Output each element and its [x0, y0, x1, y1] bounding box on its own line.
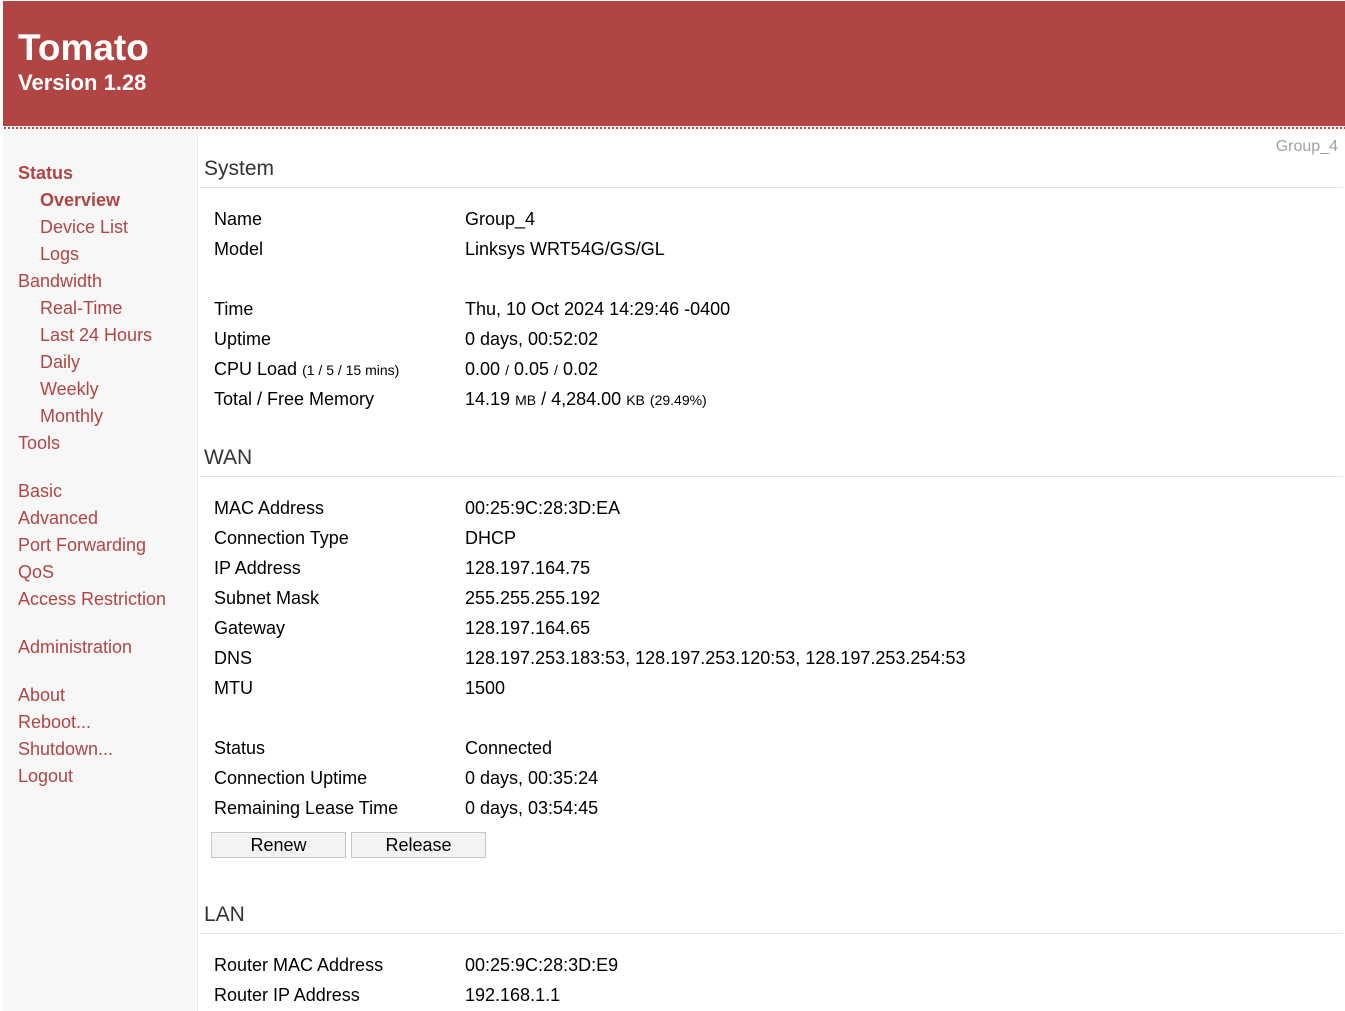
- hostname-label: Group_4: [1275, 138, 1338, 155]
- cpu-load-separator: /: [505, 362, 509, 378]
- system-memory-value: 14.19 MB / 4,284.00 KB (29.49%): [465, 388, 707, 411]
- nav-real-time[interactable]: Real-Time: [40, 297, 122, 319]
- wan-subnet-label: Subnet Mask: [214, 588, 320, 608]
- system-cpu-label: CPU Load (1 / 5 / 15 mins): [214, 358, 399, 381]
- section-divider: [200, 187, 1343, 188]
- lan-router-mac-value: 00:25:9C:28:3D:E9: [465, 955, 619, 975]
- wan-ip-label: IP Address: [214, 558, 301, 578]
- system-time-label: Time: [214, 299, 254, 319]
- memory-free-unit: KB: [626, 392, 645, 408]
- memory-free: 4,284.00: [551, 389, 622, 409]
- system-cpu-value: 0.00 / 0.05 / 0.02: [465, 358, 598, 381]
- section-divider: [200, 933, 1343, 934]
- nav-access-restriction[interactable]: Access Restriction: [18, 588, 166, 610]
- header-dotted-border: [3, 126, 1345, 131]
- wan-lease-label: Remaining Lease Time: [214, 798, 399, 818]
- wan-gateway-label: Gateway: [214, 618, 286, 638]
- release-button[interactable]: Release: [351, 832, 486, 858]
- cpu-load-5: 0.05: [513, 359, 550, 379]
- system-name-value: Group_4: [465, 209, 536, 229]
- lan-router-ip-label: Router IP Address: [214, 985, 360, 1005]
- nav-qos[interactable]: QoS: [18, 561, 54, 583]
- memory-percent: (29.49%): [649, 392, 707, 408]
- system-name-label: Name: [214, 209, 263, 229]
- memory-total-unit: MB: [515, 392, 537, 408]
- nav-monthly[interactable]: Monthly: [40, 405, 103, 427]
- nav-about[interactable]: About: [18, 684, 65, 706]
- nav-last-24-hours[interactable]: Last 24 Hours: [40, 324, 152, 346]
- wan-subnet-value: 255.255.255.192: [465, 588, 601, 608]
- nav-bandwidth[interactable]: Bandwidth: [18, 270, 102, 292]
- wan-connection-type-label: Connection Type: [214, 528, 349, 548]
- app-title: Tomato: [18, 27, 149, 68]
- system-model-label: Model: [214, 239, 264, 259]
- cpu-load-1: 0.00: [465, 359, 501, 379]
- wan-mac-label: MAC Address: [214, 498, 325, 518]
- cpu-load-15: 0.02: [562, 359, 598, 379]
- renew-button[interactable]: Renew: [211, 832, 346, 858]
- section-title-wan: WAN: [204, 446, 253, 469]
- wan-mac-value: 00:25:9C:28:3D:EA: [465, 498, 621, 518]
- app-version: Version 1.28: [18, 70, 147, 95]
- header-banner: [3, 1, 1345, 126]
- section-divider: [200, 476, 1343, 477]
- sidebar: Status Overview Device List Logs Bandwid…: [3, 131, 198, 1011]
- nav-daily[interactable]: Daily: [40, 351, 80, 373]
- lan-router-mac-label: Router MAC Address: [214, 955, 384, 975]
- memory-separator: /: [541, 389, 547, 409]
- nav-device-list[interactable]: Device List: [40, 216, 128, 238]
- nav-shutdown[interactable]: Shutdown...: [18, 738, 113, 760]
- wan-mtu-value: 1500: [465, 678, 506, 698]
- wan-connection-uptime-label: Connection Uptime: [214, 768, 368, 788]
- cpu-load-label-text: CPU Load: [214, 359, 298, 379]
- nav-tools[interactable]: Tools: [18, 432, 60, 454]
- nav-overview[interactable]: Overview: [40, 189, 120, 211]
- wan-status-value: Connected: [465, 738, 553, 758]
- nav-logout[interactable]: Logout: [18, 765, 73, 787]
- system-uptime-value: 0 days, 00:52:02: [465, 329, 599, 349]
- nav-administration[interactable]: Administration: [18, 636, 132, 658]
- page-frame: [3, 0, 1345, 1011]
- nav-port-forwarding[interactable]: Port Forwarding: [18, 534, 146, 556]
- wan-dns-value: 128.197.253.183:53, 128.197.253.120:53, …: [465, 648, 966, 668]
- wan-mtu-label: MTU: [214, 678, 253, 698]
- system-memory-label: Total / Free Memory: [214, 389, 375, 409]
- section-title-lan: LAN: [204, 903, 245, 926]
- wan-dns-label: DNS: [214, 648, 253, 668]
- nav-logs[interactable]: Logs: [40, 243, 79, 265]
- wan-status-label: Status: [214, 738, 266, 758]
- memory-total: 14.19: [465, 389, 511, 409]
- nav-basic[interactable]: Basic: [18, 480, 62, 502]
- nav-advanced[interactable]: Advanced: [18, 507, 98, 529]
- wan-connection-uptime-value: 0 days, 00:35:24: [465, 768, 599, 788]
- system-uptime-label: Uptime: [214, 329, 272, 349]
- nav-reboot[interactable]: Reboot...: [18, 711, 91, 733]
- wan-connection-type-value: DHCP: [465, 528, 517, 548]
- wan-lease-value: 0 days, 03:54:45: [465, 798, 599, 818]
- system-time-value: Thu, 10 Oct 2024 14:29:46 -0400: [465, 299, 731, 319]
- lan-router-ip-value: 192.168.1.1: [465, 985, 561, 1005]
- cpu-load-label-note: (1 / 5 / 15 mins): [302, 362, 400, 378]
- section-title-system: System: [204, 157, 275, 180]
- nav-weekly[interactable]: Weekly: [40, 378, 99, 400]
- cpu-load-separator: /: [554, 362, 558, 378]
- nav-status[interactable]: Status: [18, 162, 73, 184]
- wan-gateway-value: 128.197.164.65: [465, 618, 591, 638]
- system-model-value: Linksys WRT54G/GS/GL: [465, 239, 665, 259]
- wan-ip-value: 128.197.164.75: [465, 558, 591, 578]
